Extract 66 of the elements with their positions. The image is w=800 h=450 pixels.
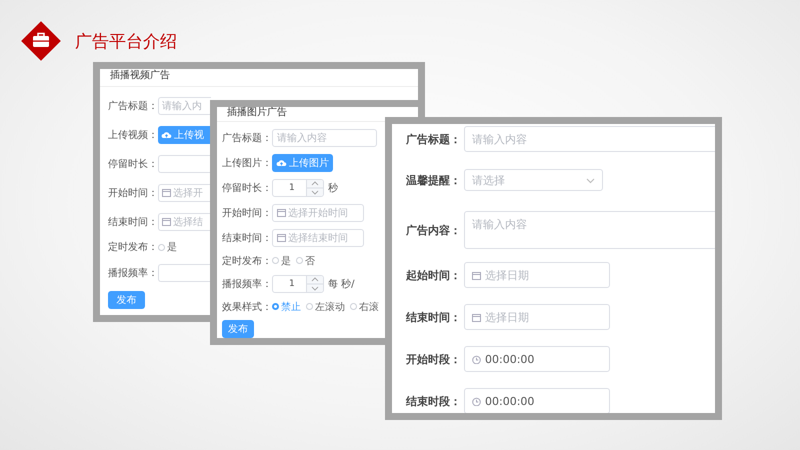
radio-option[interactable]: 否	[296, 254, 315, 268]
select-field[interactable]: 请选择	[464, 169, 603, 191]
calendar-icon	[162, 217, 171, 226]
field-label: 开始时间：	[222, 206, 272, 220]
field-label: 广告标题：	[222, 132, 272, 144]
clock-icon	[472, 354, 481, 364]
upload-button[interactable]: 上传视	[158, 126, 211, 144]
date-field[interactable]: 选择开始时间	[272, 204, 364, 222]
calendar-icon	[472, 270, 481, 280]
input-field[interactable]	[158, 154, 211, 172]
field-label: 上传图片：	[222, 156, 272, 170]
field-label: 效果样式：	[222, 300, 272, 314]
calendar-icon	[277, 208, 286, 217]
field-label: 广告内容：	[406, 222, 462, 238]
date-field[interactable]: 选择结	[158, 212, 211, 230]
calendar-icon	[472, 312, 481, 322]
slide-title: 广告平台介绍	[75, 30, 177, 52]
field-label: 结束时间：	[108, 216, 158, 228]
field-label: 停留时长：	[222, 182, 272, 194]
clock-icon	[472, 396, 481, 406]
upload-button[interactable]: 上传图片	[272, 154, 333, 172]
time-field[interactable]: 00:00:00	[464, 388, 610, 413]
input-field[interactable]: 请输入内容	[272, 128, 377, 146]
date-field[interactable]: 选择开	[158, 184, 211, 202]
field-label: 广告标题：	[108, 100, 158, 112]
date-field[interactable]: 选择日期	[464, 262, 610, 288]
stepper-icon	[306, 276, 323, 292]
field-label: 结束时间：	[406, 310, 462, 324]
date-field[interactable]: 选择日期	[464, 304, 610, 330]
field-label: 开始时段：	[406, 352, 462, 366]
date-field[interactable]: 选择结束时间	[272, 228, 364, 246]
unit-label: 秒	[328, 182, 338, 194]
radio-option[interactable]: 是	[272, 254, 291, 268]
time-field[interactable]: 00:00:00	[464, 346, 610, 372]
panel-title: 插播视频广告	[100, 69, 418, 87]
field-label: 播报频率：	[222, 278, 272, 290]
number-field[interactable]: 1	[272, 178, 324, 196]
input-field[interactable]	[158, 264, 211, 282]
publish-button[interactable]: 发布	[108, 291, 145, 309]
unit-label: 每 秒/	[328, 278, 355, 290]
input-field[interactable]: 请输入内	[158, 96, 211, 114]
radio-option[interactable]: 右滚	[350, 300, 379, 314]
field-label: 结束时间：	[222, 232, 272, 244]
chevron-down-icon	[586, 176, 595, 184]
input-field[interactable]: 请输入内容	[464, 126, 715, 152]
radio-option[interactable]: 禁止	[272, 300, 301, 314]
field-label: 温馨提醒：	[406, 172, 462, 188]
field-label: 停留时长：	[108, 158, 158, 170]
field-label: 播报频率：	[108, 266, 158, 280]
radio-option[interactable]: 左滚动	[306, 300, 345, 314]
field-label: 结束时段：	[406, 394, 462, 408]
field-label: 定时发布：	[108, 240, 158, 254]
field-label: 开始时间：	[108, 186, 158, 200]
field-label: 起始时间：	[406, 268, 462, 282]
stepper-icon	[306, 180, 323, 196]
number-field[interactable]: 1	[272, 274, 324, 292]
cloud-upload-icon	[276, 158, 287, 167]
publish-button[interactable]: 发布	[222, 320, 254, 338]
cloud-upload-icon	[161, 130, 172, 139]
field-label: 定时发布：	[222, 254, 272, 268]
field-label: 上传视频：	[108, 128, 158, 142]
radio-option[interactable]: 是	[158, 240, 177, 254]
field-label: 广告标题：	[406, 132, 462, 146]
text-area[interactable]: 请输入内容	[464, 211, 715, 249]
calendar-icon	[162, 188, 171, 197]
calendar-icon	[277, 233, 286, 242]
